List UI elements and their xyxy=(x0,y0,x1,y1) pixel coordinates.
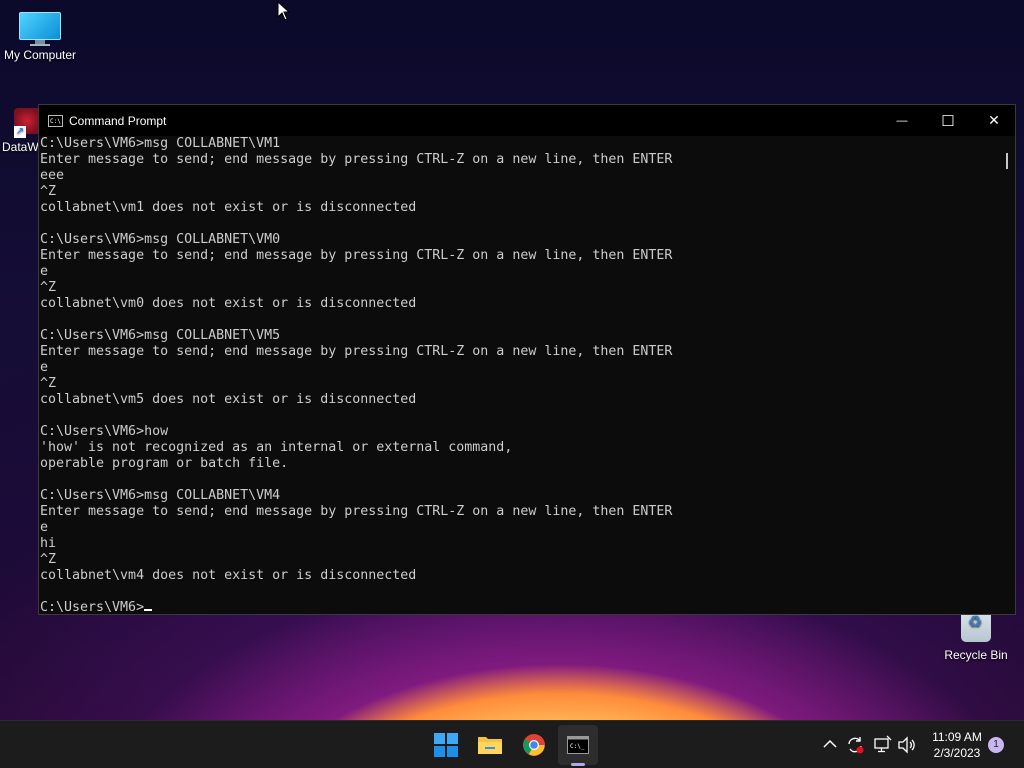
chevron-up-icon xyxy=(823,739,837,748)
start-button[interactable] xyxy=(426,725,466,765)
mouse-pointer-icon xyxy=(277,1,291,21)
console-line: collabnet\vm5 does not exist or is disco… xyxy=(40,392,417,407)
my-computer-desktop-icon[interactable]: My Computer xyxy=(0,8,80,62)
console-output[interactable]: C:\Users\VM6>msg COLLABNET\VM1 Enter mes… xyxy=(39,136,1015,614)
monitor-icon xyxy=(19,12,61,46)
console-line: Enter message to send; end message by pr… xyxy=(40,152,673,167)
console-line: hi xyxy=(40,536,57,551)
clock-date: 2/3/2023 xyxy=(933,746,981,760)
maximize-button[interactable]: ☐ xyxy=(925,105,971,136)
shortcut-arrow-icon: ↗ xyxy=(14,126,26,138)
window-title: Command Prompt xyxy=(69,113,167,128)
notification-badge[interactable]: 1 xyxy=(988,737,1004,753)
console-line: e xyxy=(40,360,49,375)
console-prompt: C:\Users\VM6> xyxy=(40,600,145,614)
console-line: eee xyxy=(40,168,65,183)
console-line: C:\Users\VM6>msg COLLABNET\VM1 xyxy=(40,136,281,151)
clock-time: 11:09 AM xyxy=(932,730,982,744)
active-app-indicator xyxy=(571,763,585,766)
console-line: ^Z xyxy=(40,184,57,199)
console-line: ^Z xyxy=(40,376,57,391)
close-icon: ✕ xyxy=(988,112,1000,128)
console-line: C:\Users\VM6>msg COLLABNET\VM4 xyxy=(40,488,281,503)
dataw-label: DataW xyxy=(2,140,39,154)
dataw-desktop-icon[interactable]: ↗ DataW xyxy=(0,108,40,154)
console-line: Enter message to send; end message by pr… xyxy=(40,248,673,263)
vertical-scrollbar[interactable] xyxy=(1006,153,1008,169)
console-line: collabnet\vm0 does not exist or is disco… xyxy=(40,296,417,311)
show-hidden-icons-button[interactable] xyxy=(820,735,840,755)
console-line: ^Z xyxy=(40,280,57,295)
taskbar: C:\_ 11:09 AM 2/3/2023 1 xyxy=(0,720,1024,768)
recycle-bin-label: Recycle Bin xyxy=(944,648,1008,662)
text-caret xyxy=(144,609,153,611)
command-prompt-app-icon: C:\ xyxy=(48,114,63,127)
svg-text:C:\_: C:\_ xyxy=(570,743,585,750)
console-line: collabnet\vm4 does not exist or is disco… xyxy=(40,568,417,583)
console-line: collabnet\vm1 does not exist or is disco… xyxy=(40,200,417,215)
command-prompt-window[interactable]: C:\ Command Prompt — ☐ ✕ C:\Users\VM6>ms… xyxy=(38,104,1016,615)
window-titlebar[interactable]: C:\ Command Prompt — ☐ ✕ xyxy=(39,105,1015,136)
console-line: e xyxy=(40,264,49,279)
file-explorer-button[interactable] xyxy=(470,725,510,765)
console-area[interactable]: C:\Users\VM6>msg COLLABNET\VM1 Enter mes… xyxy=(39,136,1015,614)
maximize-icon: ☐ xyxy=(941,112,955,130)
console-line: ^Z xyxy=(40,552,57,567)
sync-status-button[interactable] xyxy=(845,735,865,755)
console-line: Enter message to send; end message by pr… xyxy=(40,344,673,359)
console-line: Enter message to send; end message by pr… xyxy=(40,504,673,519)
network-button[interactable] xyxy=(872,735,892,755)
windows-logo-icon xyxy=(434,733,458,757)
network-icon xyxy=(874,735,892,753)
console-line: C:\Users\VM6>msg COLLABNET\VM0 xyxy=(40,232,281,247)
folder-icon xyxy=(478,737,502,754)
chrome-button[interactable] xyxy=(514,725,554,765)
dataw-app-icon: ↗ xyxy=(14,108,40,138)
clock[interactable]: 11:09 AM 2/3/2023 xyxy=(922,729,992,761)
minimize-icon: — xyxy=(896,114,908,127)
terminal-icon: C:\_ xyxy=(567,736,589,754)
my-computer-label: My Computer xyxy=(3,48,77,62)
console-line: C:\Users\VM6>msg COLLABNET\VM5 xyxy=(40,328,281,343)
minimize-button[interactable]: — xyxy=(879,105,925,136)
close-button[interactable]: ✕ xyxy=(971,105,1017,136)
chrome-icon xyxy=(523,734,545,756)
command-prompt-taskbar-button[interactable]: C:\_ xyxy=(558,725,598,766)
volume-button[interactable] xyxy=(897,735,917,755)
sync-alert-icon xyxy=(848,737,864,754)
console-line: C:\Users\VM6>how xyxy=(40,424,169,439)
console-line: 'how' is not recognized as an internal o… xyxy=(40,440,513,455)
console-line: operable program or batch file. xyxy=(40,456,289,471)
console-line: e xyxy=(40,520,49,535)
speaker-icon xyxy=(898,736,915,754)
